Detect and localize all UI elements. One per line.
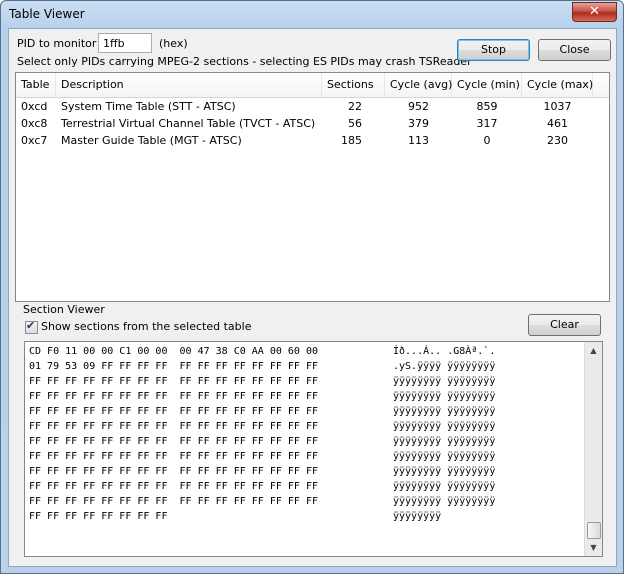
ascii-line: .yS.ÿÿÿÿ ÿÿÿÿÿÿÿÿ [393,361,496,372]
column-header-cycle-max[interactable]: Cycle (max) [522,73,593,97]
check-icon: ✔ [26,319,36,332]
cell-cycle-max: 461 [547,117,568,130]
cell-cycle-avg: 113 [408,134,429,147]
cell-description: Terrestrial Virtual Channel Table (TVCT … [61,117,316,130]
table-viewer-window: Table Viewer ✕ PID to monitor (hex) Sele… [0,0,624,574]
column-header-sections[interactable]: Sections [322,73,385,97]
ascii-line: ÿÿÿÿÿÿÿÿ ÿÿÿÿÿÿÿÿ [393,376,496,387]
window-title: Table Viewer [9,7,85,21]
ascii-line: ÿÿÿÿÿÿÿÿ ÿÿÿÿÿÿÿÿ [393,406,496,417]
hex-line: FF FF FF FF FF FF FF FF FF FF FF FF FF F… [29,496,318,507]
hex-line: CD F0 11 00 00 C1 00 00 00 47 38 C0 AA 0… [29,346,318,357]
cell-cycle-min: 859 [476,100,498,113]
hex-line: FF FF FF FF FF FF FF FF FF FF FF FF FF F… [29,391,318,402]
ascii-line: ÿÿÿÿÿÿÿÿ ÿÿÿÿÿÿÿÿ [393,496,496,507]
tables-list[interactable]: Table Description Sections Cycle (avg) C… [15,72,610,302]
close-icon: ✕ [589,4,600,19]
ascii-line: ÿÿÿÿÿÿÿÿ ÿÿÿÿÿÿÿÿ [393,436,496,447]
column-header-cycle-min[interactable]: Cycle (min) [452,73,522,97]
cell-table-id: 0xcd [21,100,48,113]
hex-dump-view[interactable]: CD F0 11 00 00 C1 00 00 00 47 38 C0 AA 0… [24,341,603,557]
table-row[interactable]: 0xc7 Master Guide Table (MGT - ATSC) 185… [16,132,609,149]
hex-line: FF FF FF FF FF FF FF FF FF FF FF FF FF F… [29,436,318,447]
hex-line: 01 79 53 09 FF FF FF FF FF FF FF FF FF F… [29,361,318,372]
dialog-client: PID to monitor (hex) Select only PIDs ca… [8,28,617,567]
ascii-line: Íð...Á.. .G8Àª.`. [393,346,496,357]
scroll-up-arrow-icon[interactable]: ▲ [585,342,602,359]
cell-table-id: 0xc8 [21,117,48,130]
hex-line: FF FF FF FF FF FF FF FF FF FF FF FF FF F… [29,406,318,417]
cell-cycle-avg: 379 [408,117,429,130]
column-header-description[interactable]: Description [56,73,322,97]
section-viewer-label: Section Viewer [23,303,105,316]
scroll-down-arrow-icon[interactable]: ▼ [585,539,602,556]
cell-description: Master Guide Table (MGT - ATSC) [61,134,242,147]
table-row[interactable]: 0xcd System Time Table (STT - ATSC) 22 9… [16,98,609,115]
window-close-button[interactable]: ✕ [572,2,617,22]
title-bar[interactable]: Table Viewer ✕ [1,1,623,28]
table-row[interactable]: 0xc8 Terrestrial Virtual Channel Table (… [16,115,609,132]
ascii-line: ÿÿÿÿÿÿÿÿ ÿÿÿÿÿÿÿÿ [393,391,496,402]
clear-button[interactable]: Clear [528,314,601,336]
cell-cycle-min: 317 [476,117,498,130]
vertical-scrollbar[interactable]: ▲ ▼ [584,342,602,556]
list-header: Table Description Sections Cycle (avg) C… [16,73,609,98]
show-selected-table-checkbox[interactable]: ✔ [25,319,38,334]
hex-line: FF FF FF FF FF FF FF FF FF FF FF FF FF F… [29,451,318,462]
hex-line: FF FF FF FF FF FF FF FF FF FF FF FF FF F… [29,376,318,387]
hex-line: FF FF FF FF FF FF FF FF FF FF FF FF FF F… [29,421,318,432]
ascii-line: ÿÿÿÿÿÿÿÿ ÿÿÿÿÿÿÿÿ [393,466,496,477]
pid-label: PID to monitor [17,37,97,50]
warning-text: Select only PIDs carrying MPEG-2 section… [17,55,472,68]
checkbox-label[interactable]: Show sections from the selected table [41,320,251,333]
ascii-line: ÿÿÿÿÿÿÿÿ ÿÿÿÿÿÿÿÿ [393,451,496,462]
cell-sections: 22 [348,100,362,113]
pid-unit-label: (hex) [159,37,188,50]
cell-table-id: 0xc7 [21,134,48,147]
cell-cycle-min: 0 [483,134,491,147]
cell-description: System Time Table (STT - ATSC) [61,100,236,113]
cell-cycle-avg: 952 [408,100,429,113]
close-button[interactable]: Close [538,39,611,61]
ascii-line: ÿÿÿÿÿÿÿÿ [393,511,442,522]
ascii-line: ÿÿÿÿÿÿÿÿ ÿÿÿÿÿÿÿÿ [393,421,496,432]
column-header-cycle-avg[interactable]: Cycle (avg) [385,73,452,97]
scroll-thumb[interactable] [587,522,601,539]
cell-sections: 185 [341,134,362,147]
hex-line: FF FF FF FF FF FF FF FF [29,511,168,522]
stop-button[interactable]: Stop [457,39,530,61]
pid-input[interactable] [98,33,152,53]
cell-cycle-max: 1037 [543,100,572,113]
cell-cycle-max: 230 [547,134,568,147]
column-header-table[interactable]: Table [16,73,56,97]
hex-line: FF FF FF FF FF FF FF FF FF FF FF FF FF F… [29,481,318,492]
cell-sections: 56 [348,117,362,130]
ascii-line: ÿÿÿÿÿÿÿÿ ÿÿÿÿÿÿÿÿ [393,481,496,492]
hex-line: FF FF FF FF FF FF FF FF FF FF FF FF FF F… [29,466,318,477]
